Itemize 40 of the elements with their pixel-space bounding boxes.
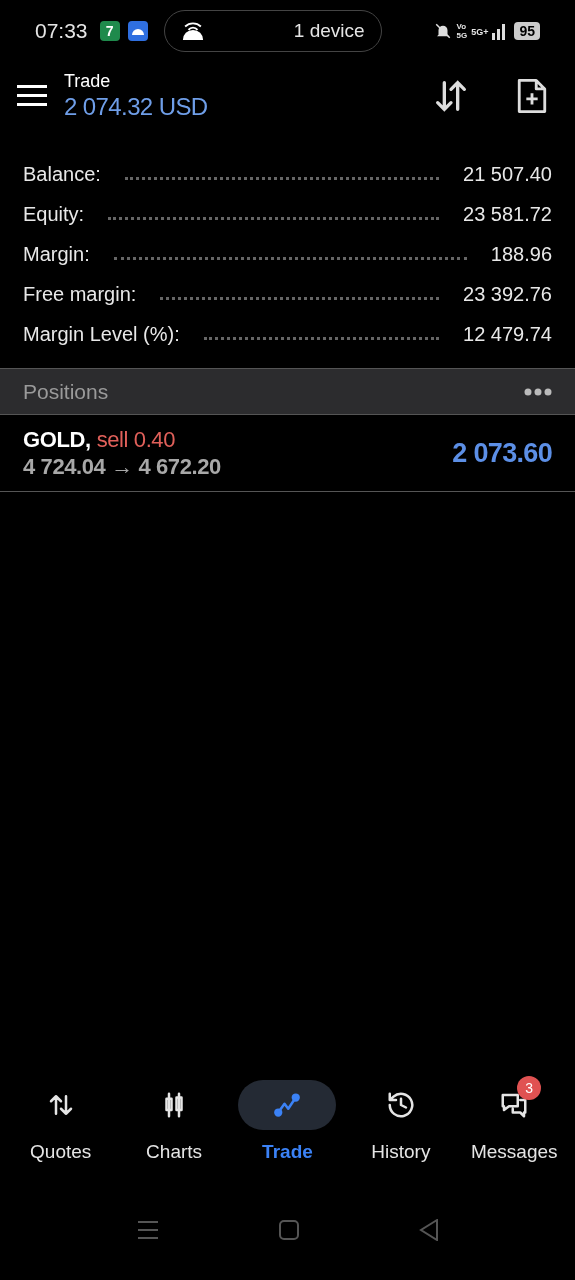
- nav-tab[interactable]: History: [345, 1080, 456, 1167]
- summary-value: 188.96: [490, 242, 552, 267]
- summary-value: 23 392.76: [463, 282, 552, 307]
- summary-label: Free margin:: [23, 282, 137, 307]
- summary-label: Balance:: [23, 162, 101, 187]
- summary-label: Margin:: [23, 242, 90, 267]
- hotspot-label: 1 device: [293, 18, 365, 43]
- recents-icon[interactable]: [136, 1220, 159, 1240]
- account-balance: 2 074.32 USD: [64, 92, 208, 122]
- home-icon[interactable]: [278, 1220, 299, 1240]
- muted-bell-icon: [434, 22, 453, 40]
- summary-label: Margin Level (%):: [23, 322, 180, 347]
- summary-label: Equity:: [23, 202, 85, 227]
- menu-icon[interactable]: [17, 85, 47, 107]
- position-profit: 2 073.60: [452, 436, 552, 470]
- line-chart-icon: [272, 1090, 303, 1120]
- hotspot-icon: [180, 22, 205, 40]
- symbol-name: GOLD,: [23, 426, 91, 453]
- section-title: Positions: [23, 378, 109, 405]
- nav-tab[interactable]: Quotes: [5, 1080, 116, 1167]
- back-icon[interactable]: [418, 1219, 439, 1241]
- nav-tab[interactable]: Trade: [232, 1080, 343, 1167]
- position-row[interactable]: GOLD, sell 0.40 4 724.04 → 4 672.20 2 073.60: [0, 415, 575, 492]
- unread-badge: 3: [517, 1076, 542, 1100]
- network-type: 5G+: [471, 26, 489, 39]
- summary-value: 21 507.40: [463, 162, 552, 187]
- signal-icon: [492, 22, 507, 40]
- trade-side: sell 0.40: [96, 426, 175, 453]
- screen-title: Trade: [64, 70, 112, 92]
- nav-tab[interactable]: Charts: [119, 1080, 230, 1167]
- more-icon[interactable]: [524, 387, 552, 396]
- new-document-icon[interactable]: [515, 77, 549, 115]
- status-time: 07:33: [35, 18, 88, 45]
- battery-level: 95: [514, 22, 540, 40]
- summary-value: 23 581.72: [463, 202, 552, 227]
- cloud-app-icon: [127, 21, 148, 41]
- summary-value: 12 479.74: [463, 322, 552, 347]
- volte-label: Vo 5G: [456, 22, 468, 40]
- app-notification-icon: 7: [99, 21, 120, 41]
- price-range: 4 724.04 → 4 672.20: [23, 453, 221, 480]
